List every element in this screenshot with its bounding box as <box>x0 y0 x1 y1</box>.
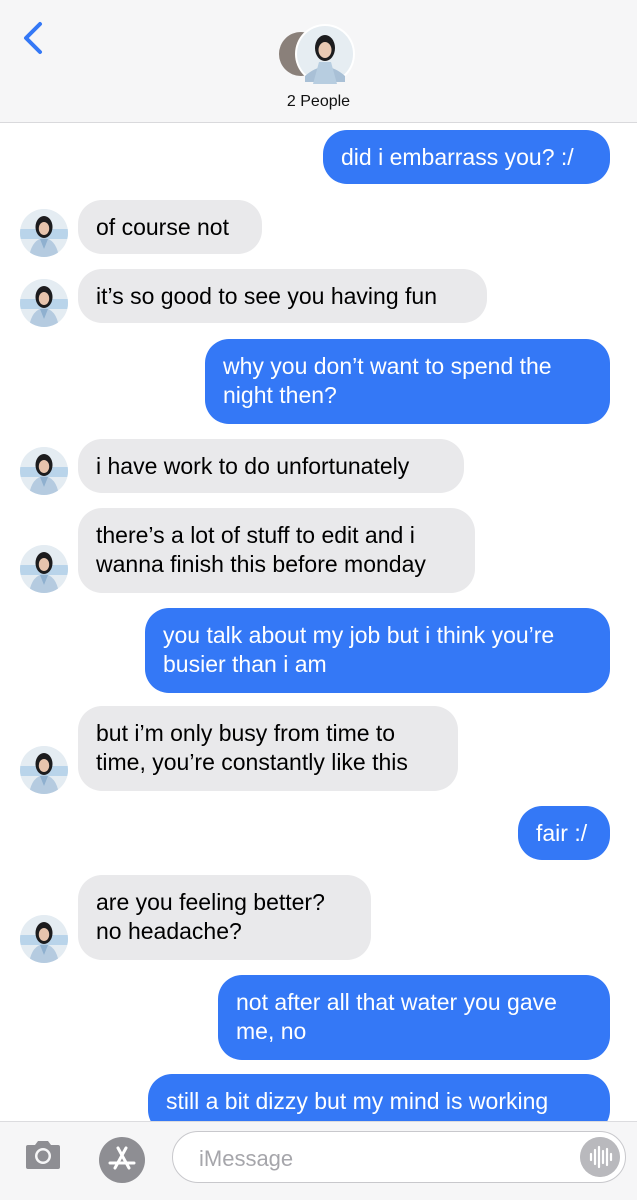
message-text: but i’m only busy from time to <box>96 720 396 746</box>
message-text: not after all that water you gave <box>236 989 557 1015</box>
message-bubble[interactable]: you talk about my job but i think you’re… <box>145 608 610 693</box>
conversation-title[interactable]: 2 People <box>0 93 637 111</box>
message-bubble[interactable]: still a bit dizzy but my mind is working <box>148 1074 610 1121</box>
message-bubble[interactable]: not after all that water you gave me, no <box>218 975 610 1060</box>
contact-avatar[interactable] <box>20 447 68 495</box>
message-text: busier than i am <box>163 651 327 677</box>
message-text: night then? <box>223 382 337 408</box>
message-text: time, you’re constantly like this <box>96 749 408 775</box>
message-input[interactable]: iMessage <box>172 1131 626 1183</box>
message-text: me, no <box>236 1018 307 1044</box>
message-text: no headache? <box>96 918 242 944</box>
message-bubble[interactable]: did i embarrass you? :/ <box>323 130 610 184</box>
message-thread[interactable]: did i embarrass you? :/ of course not it’s… <box>0 123 637 1121</box>
group-avatar[interactable] <box>279 24 357 84</box>
chevron-left-icon[interactable] <box>16 18 50 58</box>
message-bubble[interactable]: are you feeling better? no headache? <box>78 875 371 960</box>
message-text: are you feeling better? <box>96 889 325 915</box>
message-bubble[interactable]: fair :/ <box>518 806 610 860</box>
message-text: there’s a lot of stuff to edit and i <box>96 522 415 548</box>
message-text: i have work to do unfortunately <box>96 453 410 479</box>
message-text: why you don’t want to spend the <box>223 353 552 379</box>
message-text: it’s so good to see you having fun <box>96 283 437 309</box>
message-bubble[interactable]: but i’m only busy from time to time, you’… <box>78 706 458 791</box>
contact-avatar[interactable] <box>20 209 68 257</box>
camera-icon[interactable] <box>23 1139 63 1171</box>
contact-avatar[interactable] <box>20 279 68 327</box>
message-text: fair :/ <box>536 820 588 846</box>
conversation-header: 2 People <box>0 0 637 123</box>
message-text: still a bit dizzy but my mind is working <box>166 1088 549 1114</box>
message-bubble[interactable]: i have work to do unfortunately <box>78 439 464 493</box>
message-text: did i embarrass you? :/ <box>341 144 574 170</box>
contact-avatar[interactable] <box>20 545 68 593</box>
app-store-icon[interactable] <box>97 1135 147 1185</box>
message-bubble[interactable]: why you don’t want to spend the night the… <box>205 339 610 424</box>
message-text: of course not <box>96 214 229 240</box>
message-bubble[interactable]: of course not <box>78 200 262 254</box>
audio-waveform-icon[interactable] <box>580 1137 620 1177</box>
message-bubble[interactable]: it’s so good to see you having fun <box>78 269 487 323</box>
message-text: you talk about my job but i think you’re <box>163 622 555 648</box>
contact-avatar[interactable] <box>20 915 68 963</box>
contact-avatar[interactable] <box>20 746 68 794</box>
message-text: wanna finish this before monday <box>96 551 426 577</box>
compose-toolbar: iMessage <box>0 1121 637 1200</box>
message-input-placeholder: iMessage <box>199 1146 294 1171</box>
message-bubble[interactable]: there’s a lot of stuff to edit and i wann… <box>78 508 475 593</box>
